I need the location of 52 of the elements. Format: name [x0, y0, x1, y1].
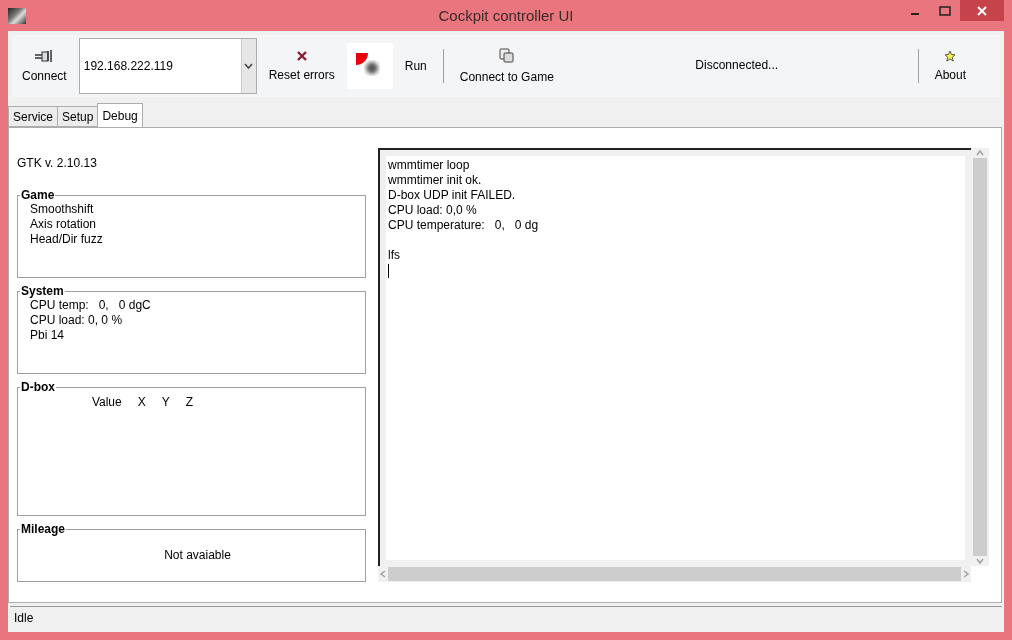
- tab[interactable]: Debug: [97, 103, 143, 127]
- x-icon: [295, 50, 308, 62]
- info-line: CPU temp: 0, 0 dgC: [30, 298, 152, 313]
- address-combobox[interactable]: 192.168.222.119: [78, 38, 257, 94]
- tab[interactable]: Service: [8, 106, 58, 127]
- scroll-down-icon[interactable]: [975, 556, 985, 566]
- info-line: Not avaiable: [163, 548, 232, 562]
- chevron-down-icon: [244, 63, 254, 69]
- log-line: wmmtimer init ok.: [388, 173, 483, 188]
- column-header: X: [137, 395, 146, 410]
- log-line: CPU temperature: 0, 0 dg: [388, 218, 540, 233]
- run-button[interactable]: Run: [398, 57, 433, 75]
- tab[interactable]: Setup: [57, 106, 99, 127]
- connect-button[interactable]: Connect: [16, 47, 73, 85]
- reset-errors-button[interactable]: Reset errors: [262, 48, 341, 84]
- scroll-up-icon[interactable]: [975, 148, 985, 158]
- dropdown-button[interactable]: [240, 39, 256, 93]
- column-header: Z: [185, 395, 194, 410]
- group-title: Mileage: [20, 522, 66, 536]
- window-title: Cockpit controller UI: [437, 7, 575, 24]
- log-line: wmmtimer loop: [388, 158, 471, 173]
- info-line: Head/Dir fuzz: [30, 232, 104, 247]
- column-header: Value: [91, 395, 122, 410]
- log-line: CPU load: 0,0 %: [388, 203, 478, 218]
- connection-status: Disconnected...: [694, 58, 780, 72]
- info-line: Smoothshift: [30, 202, 95, 217]
- minimize-icon: [911, 12, 919, 15]
- app-icon: [8, 7, 26, 24]
- log-line: D-box UDP init FAILED.: [388, 188, 517, 203]
- vertical-scrollbar[interactable]: [971, 148, 989, 566]
- connect-to-game-button[interactable]: Connect to Game: [453, 46, 560, 86]
- info-line: Axis rotation: [30, 217, 98, 232]
- scroll-left-icon[interactable]: [378, 569, 388, 579]
- group-title: System: [20, 284, 65, 298]
- close-icon: [977, 5, 987, 16]
- run-indicator: [346, 43, 393, 89]
- text-cursor: [388, 264, 389, 278]
- info-line: Pbi 14: [30, 328, 66, 343]
- horizontal-scrollbar[interactable]: [378, 566, 971, 582]
- about-button[interactable]: About: [928, 48, 972, 84]
- column-header: Y: [161, 395, 170, 410]
- version-label: GTK v. 2.10.13: [17, 156, 98, 170]
- star-icon: [944, 50, 957, 62]
- group-title: D-box: [20, 380, 56, 394]
- close-button[interactable]: [960, 0, 1004, 21]
- scroll-right-icon[interactable]: [961, 569, 971, 579]
- maximize-icon: [939, 5, 951, 16]
- info-line: CPU load: 0, 0 %: [30, 313, 124, 328]
- log-line: lfs: [388, 248, 401, 263]
- plug-icon: [34, 49, 55, 63]
- group-title: Game: [20, 188, 56, 202]
- log-textbox[interactable]: wmmtimer loop wmmtimer init ok. D-box UDP init FAILED. CPU load: 0,0 % CPU temperature: 0, 0 dg lfs: [378, 148, 971, 566]
